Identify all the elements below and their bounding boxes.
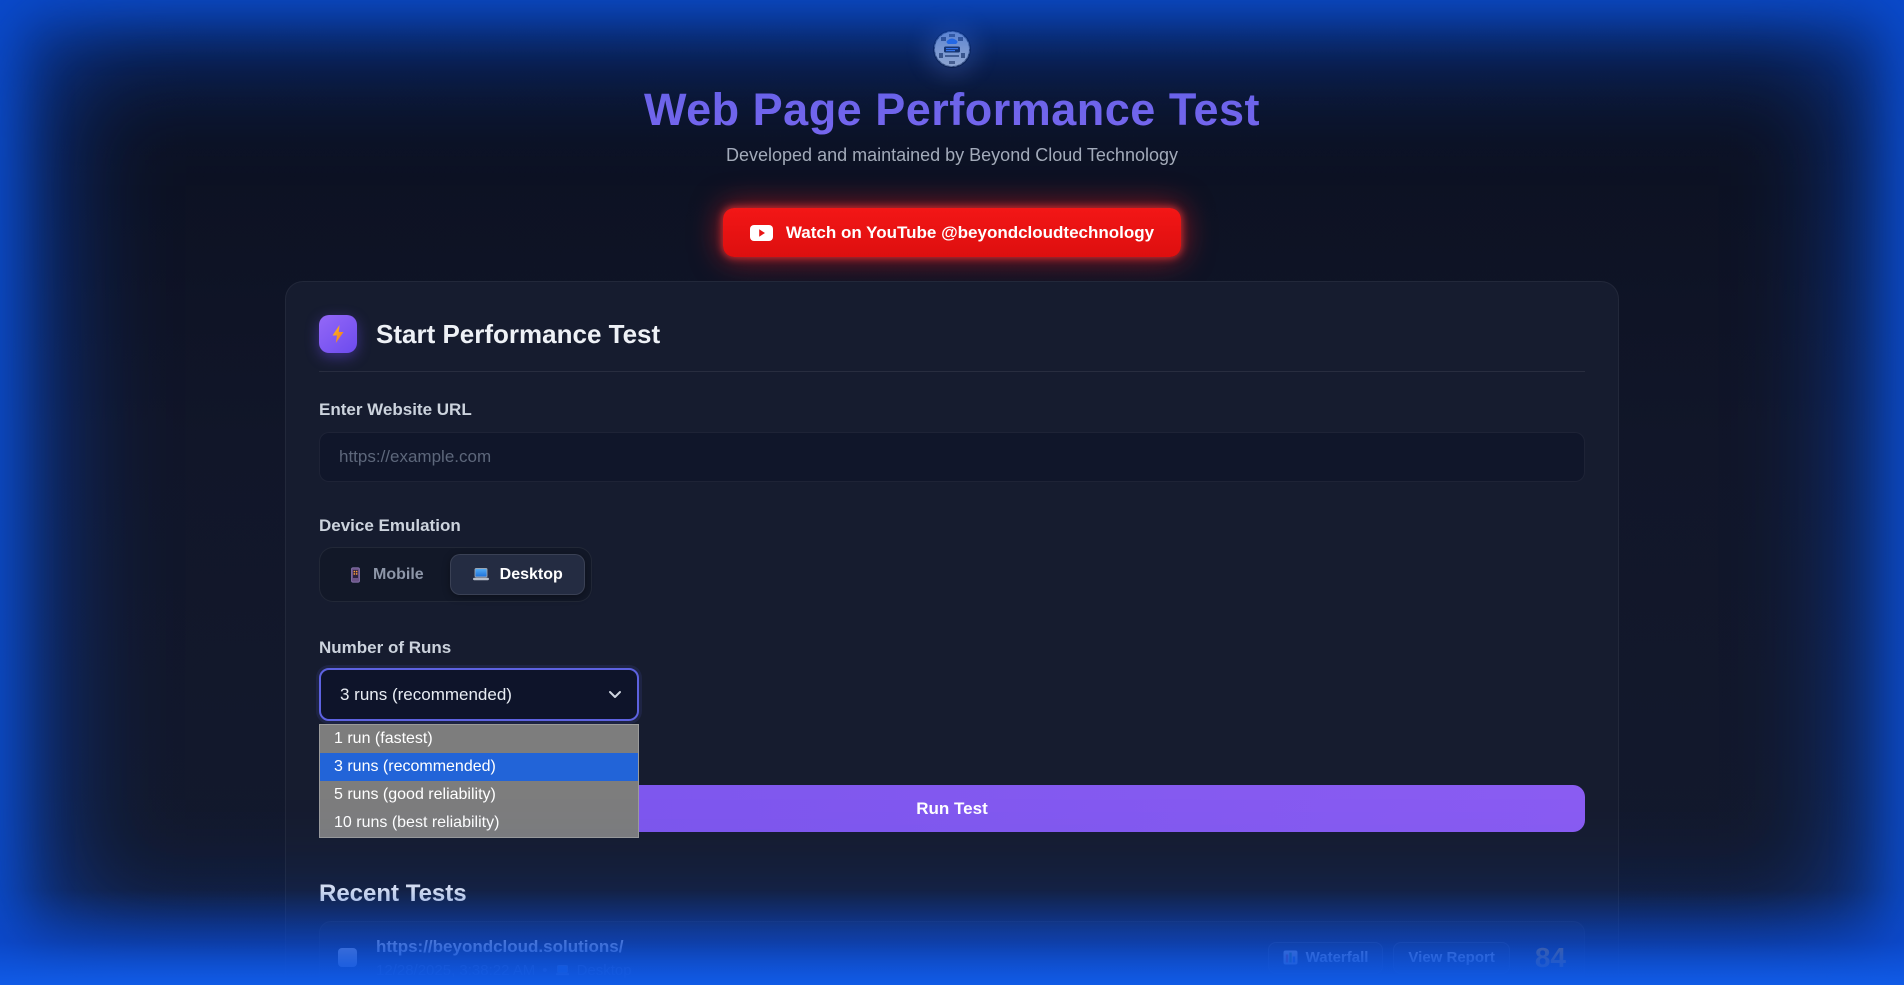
test-url: https://beyondcloud.solutions/ bbox=[376, 937, 632, 957]
runs-select-wrap: 3 runs (recommended) 1 run (fastest) 3 r… bbox=[319, 668, 639, 721]
runs-select-value: 3 runs (recommended) bbox=[340, 685, 512, 705]
page-subtitle: Developed and maintained by Beyond Cloud… bbox=[0, 145, 1904, 166]
url-input[interactable] bbox=[319, 432, 1585, 482]
url-label: Enter Website URL bbox=[319, 400, 1585, 420]
page-title: Web Page Performance Test bbox=[0, 84, 1904, 136]
waterfall-label: Waterfall bbox=[1306, 949, 1369, 966]
toggle-desktop[interactable]: Desktop bbox=[450, 554, 585, 595]
card-header: Start Performance Test bbox=[319, 315, 1585, 353]
runs-label: Number of Runs bbox=[319, 638, 1585, 658]
device-toggle: Mobile Desktop bbox=[319, 547, 592, 602]
start-test-card: Start Performance Test Enter Website URL… bbox=[285, 281, 1619, 985]
test-score: 84 bbox=[1535, 942, 1566, 974]
device-emulation-label: Device Emulation bbox=[319, 516, 1585, 536]
view-report-button[interactable]: View Report bbox=[1393, 942, 1509, 974]
youtube-button[interactable]: Watch on YouTube @beyondcloudtechnology bbox=[723, 208, 1181, 257]
view-report-label: View Report bbox=[1408, 949, 1494, 966]
youtube-button-label: Watch on YouTube @beyondcloudtechnology bbox=[786, 223, 1154, 243]
row-actions: Waterfall View Report 84 bbox=[1268, 942, 1566, 974]
chevron-down-icon bbox=[608, 690, 622, 699]
bullet-separator: • bbox=[542, 962, 547, 979]
runs-dropdown: 1 run (fastest) 3 runs (recommended) 5 r… bbox=[319, 724, 639, 838]
dropdown-option-3-runs[interactable]: 3 runs (recommended) bbox=[320, 753, 638, 781]
lightning-icon bbox=[319, 315, 357, 353]
mobile-phone-icon bbox=[348, 567, 363, 583]
test-datetime: 12/28/2025, 3:38:22 AM bbox=[376, 962, 535, 979]
test-device: Desktop bbox=[577, 962, 632, 979]
test-info: https://beyondcloud.solutions/ 12/28/202… bbox=[376, 937, 632, 979]
bar-chart-icon bbox=[1283, 950, 1298, 965]
test-row: https://beyondcloud.solutions/ 12/28/202… bbox=[319, 921, 1585, 985]
toggle-desktop-label: Desktop bbox=[500, 566, 563, 584]
page-header: Web Page Performance Test Developed and … bbox=[0, 0, 1904, 257]
section-divider bbox=[319, 371, 1585, 372]
dropdown-option-5-runs[interactable]: 5 runs (good reliability) bbox=[320, 781, 638, 809]
waterfall-button[interactable]: Waterfall bbox=[1268, 942, 1384, 974]
toggle-mobile[interactable]: Mobile bbox=[326, 554, 446, 595]
laptop-icon-small bbox=[555, 964, 570, 977]
dropdown-option-10-runs[interactable]: 10 runs (best reliability) bbox=[320, 809, 638, 837]
site-logo-icon bbox=[933, 30, 971, 68]
test-meta: 12/28/2025, 3:38:22 AM • Desktop bbox=[376, 962, 632, 979]
laptop-icon bbox=[472, 567, 490, 582]
toggle-mobile-label: Mobile bbox=[373, 566, 424, 584]
runs-select[interactable]: 3 runs (recommended) bbox=[319, 668, 639, 721]
recent-tests-heading: Recent Tests bbox=[319, 880, 1585, 908]
youtube-icon bbox=[750, 225, 773, 241]
dropdown-option-1-run[interactable]: 1 run (fastest) bbox=[320, 725, 638, 753]
select-checkbox[interactable] bbox=[338, 948, 357, 967]
card-title: Start Performance Test bbox=[376, 319, 660, 350]
